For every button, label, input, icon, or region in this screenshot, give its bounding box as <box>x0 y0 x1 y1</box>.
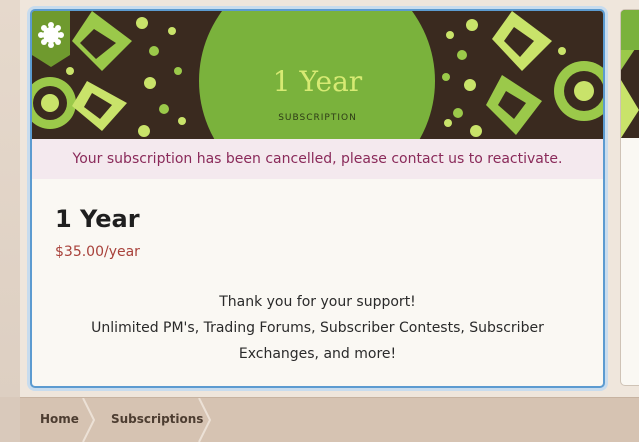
next-card-banner <box>621 10 639 138</box>
banner-title: 1 Year <box>272 65 363 98</box>
subscription-card[interactable]: 1 Year SUBSCRIPTION Your subscription ha… <box>30 9 605 388</box>
description-line: Exchanges, and more! <box>238 346 397 362</box>
breadcrumb-separator-icon <box>198 398 212 442</box>
breadcrumb-home-link[interactable]: Home <box>40 398 79 442</box>
breadcrumb-subscriptions-link[interactable]: Subscriptions <box>111 398 203 442</box>
gear-badge-icon <box>32 11 70 67</box>
description-line: Unlimited PM's, Trading Forums, Subscrib… <box>91 320 544 336</box>
plan-description: Thank you for your support! Unlimited PM… <box>72 289 563 367</box>
cancellation-notice: Your subscription has been cancelled, pl… <box>32 139 603 179</box>
plan-name: 1 Year <box>55 205 140 233</box>
breadcrumb: Home Subscriptions <box>20 397 639 442</box>
description-line: Thank you for your support! <box>219 294 416 310</box>
breadcrumb-separator-icon <box>82 398 96 442</box>
next-subscription-card[interactable] <box>620 9 639 386</box>
subscription-banner: 1 Year SUBSCRIPTION <box>32 11 603 139</box>
plan-price: $35.00/year <box>55 244 140 260</box>
banner-subtitle: SUBSCRIPTION <box>278 113 357 123</box>
